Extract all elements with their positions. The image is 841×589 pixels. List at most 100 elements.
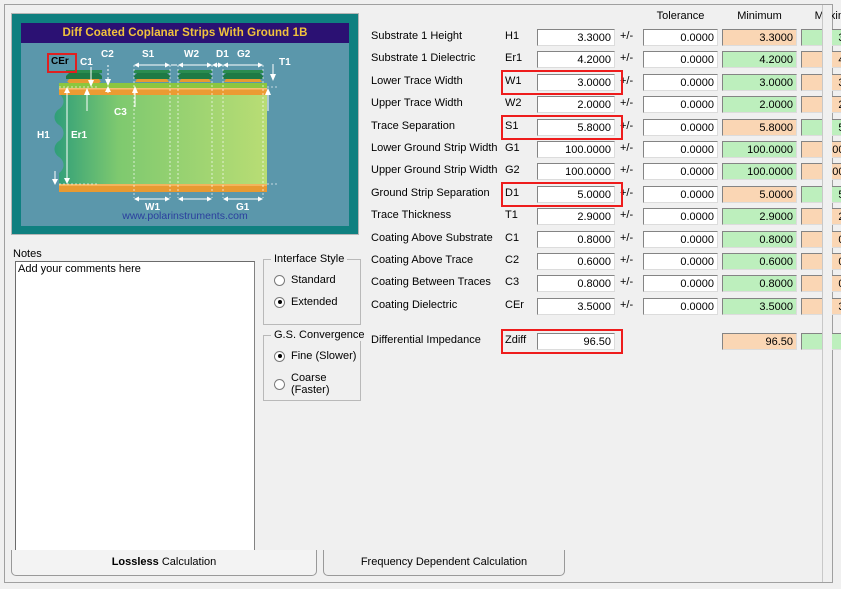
maximum-value: 2.9000	[801, 208, 841, 226]
parameter-row: Trace SeparationS15.8000+/-0.00005.80005…	[371, 114, 841, 140]
notes-text: Add your comments here	[18, 263, 141, 275]
tolerance-input[interactable]: 0.0000	[643, 141, 718, 158]
tab-lossless-calculation[interactable]: Lossless Calculation	[11, 550, 317, 576]
parameter-row: Substrate 1 Height H1 3.3000 +/- 0.0000 3.300…	[371, 27, 841, 48]
maximum-value: 3.0000	[801, 73, 841, 91]
radio-coarse-icon[interactable]	[274, 378, 285, 390]
parameter-value-input[interactable]: 4.2000	[537, 51, 615, 69]
parameter-value-input[interactable]: 3.5000	[537, 297, 615, 315]
tolerance-input[interactable]: 0.0000	[643, 163, 718, 181]
diagram-website-link[interactable]: www.polarinstruments.com	[21, 210, 349, 222]
parameter-value-input[interactable]: 2.0000	[537, 96, 615, 114]
maximum-value: 3.5000	[801, 297, 841, 315]
parameter-row: Coating Between Traces C3 0.8000 +/- 0.0000 0…	[371, 273, 841, 294]
parameter-value-input[interactable]: 0.6000	[537, 253, 615, 270]
notes-caption: Notes	[13, 248, 42, 260]
parameter-value-input[interactable]: 0.8000	[537, 275, 615, 293]
minimum-value: 100.0000	[722, 141, 797, 158]
tolerance-input[interactable]: 0.0000	[643, 73, 718, 91]
parameter-label: Trace Thickness	[371, 209, 452, 222]
right-scroll-rail[interactable]	[822, 5, 832, 582]
plus-minus-label: +/-	[620, 30, 634, 42]
parameter-value-input[interactable]: 100.0000	[537, 163, 615, 181]
tolerance-input[interactable]: 0.0000	[643, 253, 718, 270]
parameter-symbol: G1	[505, 142, 520, 154]
parameter-row: Coating Above Trace C2 0.6000 +/- 0.0000 0.60…	[371, 251, 841, 272]
plus-minus-label: +/-	[620, 142, 634, 154]
interface-style-group: Interface Style Standard Extended	[263, 253, 361, 325]
parameter-label: Upper Ground Strip Width	[371, 164, 498, 177]
parameter-highlight-box	[501, 69, 623, 95]
tolerance-input[interactable]: 0.0000	[643, 118, 718, 136]
tolerance-input[interactable]: 0.0000	[643, 185, 718, 203]
parameter-row: Ground Strip Separation D1 5.0000 +/- 0.0000…	[371, 181, 841, 207]
minimum-value: 2.0000	[722, 96, 797, 114]
maximum-value: 0.6000	[801, 253, 841, 270]
plus-minus-label: +/-	[620, 298, 634, 311]
diagram-canvas: Diff Coated Coplanar Strips With Ground …	[21, 23, 349, 226]
col-header-tolerance: Tolerance	[656, 10, 705, 22]
tolerance-input[interactable]: 0.0000	[643, 96, 718, 114]
diagram-label-c3: C3	[114, 107, 127, 118]
minimum-value: 5.0000	[722, 185, 797, 203]
parameter-label: Substrate 1 Dielectric	[371, 52, 476, 65]
radio-standard[interactable]: Standard	[274, 274, 336, 286]
parameter-symbol: CEr	[505, 298, 524, 311]
application-window: Diff Coated Coplanar Strips With Ground …	[0, 0, 841, 589]
tolerance-input[interactable]: 0.0000	[643, 297, 718, 315]
notes-input[interactable]: Add your comments here	[15, 261, 255, 553]
radio-extended-icon[interactable]	[274, 296, 285, 308]
result-label: Differential Impedance	[371, 334, 481, 346]
result-row: Differential Impedance Zdiff 96.50 96.50…	[371, 329, 841, 354]
minimum-value: 2.9000	[722, 208, 797, 226]
cer-highlight-box	[47, 53, 77, 73]
result-highlight-box	[501, 329, 623, 354]
plus-minus-label: +/-	[620, 164, 634, 177]
radio-extended-label: Extended	[291, 296, 338, 308]
parameter-row: Lower Ground Strip Width G1 100.0000 +/- 0.0…	[371, 139, 841, 160]
tolerance-input[interactable]: 0.0000	[643, 275, 718, 293]
tab-frequency-dependent-calculation[interactable]: Frequency Dependent Calculation	[323, 550, 565, 576]
parameter-label: Lower Ground Strip Width	[371, 142, 498, 154]
parameter-symbol: W2	[505, 97, 522, 110]
minimum-value: 0.6000	[722, 253, 797, 270]
radio-coarse[interactable]: Coarse (Faster)	[274, 372, 360, 396]
gs-convergence-legend: G.S. Convergence	[271, 329, 368, 341]
parameter-symbol: G2	[505, 164, 520, 177]
radio-fine[interactable]: Fine (Slower)	[274, 350, 356, 362]
parameter-value-input[interactable]: 3.3000	[537, 29, 615, 46]
parameter-row: Lower Trace Width W1 3.0000 +/- 0.0000 3.0000…	[371, 69, 841, 95]
diagram-label-er1: Er1	[71, 130, 88, 141]
radio-extended[interactable]: Extended	[274, 296, 337, 308]
radio-standard-label: Standard	[291, 274, 336, 286]
parameter-value-input[interactable]: 100.0000	[537, 141, 615, 158]
diagram-label-w2: W2	[184, 49, 199, 60]
radio-fine-icon[interactable]	[274, 350, 285, 362]
parameter-symbol: C1	[505, 231, 520, 244]
minimum-value: 0.8000	[722, 275, 797, 293]
maximum-value: 4.2000	[801, 51, 841, 69]
maximum-value: 3.3000	[801, 29, 841, 46]
tolerance-input[interactable]: 0.0000	[643, 29, 718, 46]
tab-strip: Lossless Calculation Frequency Dependent…	[11, 550, 827, 576]
diagram-label-d1: D1	[216, 49, 229, 60]
diagram-label-c2: C2	[101, 49, 114, 60]
tolerance-input[interactable]: 0.0000	[643, 230, 718, 248]
radio-fine-label: Fine (Slower)	[291, 350, 357, 362]
parameter-value-input[interactable]: 0.8000	[537, 230, 615, 248]
tolerance-input[interactable]: 0.0000	[643, 208, 718, 226]
parameter-label: Coating Above Trace	[371, 254, 474, 266]
minimum-value: 100.0000	[722, 163, 797, 181]
minimum-value: 3.0000	[722, 73, 797, 91]
maximum-value: 0.8000	[801, 275, 841, 293]
parameter-value-input[interactable]: 2.9000	[537, 208, 615, 226]
tolerance-input[interactable]: 0.0000	[643, 51, 718, 69]
maximum-value: 2.0000	[801, 96, 841, 114]
parameter-symbol: Er1	[505, 52, 523, 65]
tab-lossless-bold: Lossless	[111, 556, 159, 568]
maximum-value: 5.8000	[801, 118, 841, 136]
radio-standard-icon[interactable]	[274, 274, 285, 286]
maximum-value: 100.0000	[801, 141, 841, 158]
plus-minus-label: +/-	[620, 52, 634, 65]
parameter-row: Coating Above Substrate C1 0.8000 +/- 0.0000…	[371, 229, 841, 250]
